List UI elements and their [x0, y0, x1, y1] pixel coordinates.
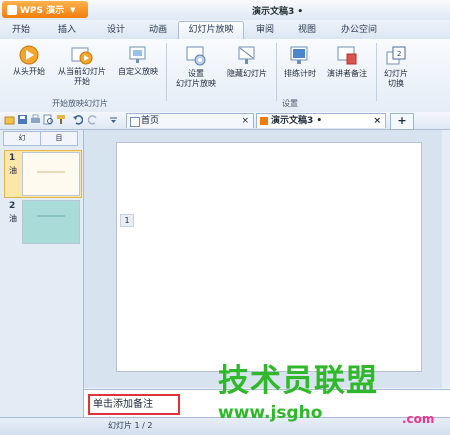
watermark-site-name: 技术员联盟 [218, 363, 378, 399]
doc-tab-home[interactable]: 首页 × [126, 113, 254, 128]
app-menu-button[interactable]: WPS 演示 ▼ [2, 1, 88, 18]
slide-transition-label-1: 幻灯片 [384, 69, 408, 78]
doc-tab-home-label: 首页 [141, 116, 160, 126]
slide-transition-label-2: 切换 [388, 79, 404, 88]
tab-outline[interactable]: 目 [40, 131, 78, 146]
save-icon[interactable] [17, 114, 28, 125]
presentation-doc-icon [260, 117, 268, 125]
hide-slide-button[interactable]: 隐藏幻灯片 [224, 45, 270, 79]
from-current-label-1: 从当前幻灯片 [58, 67, 106, 76]
presenter-notes-label: 演讲者备注 [327, 69, 367, 78]
slide-indicator: 幻灯片 1 / 2 [108, 421, 153, 430]
slide-number-marker: 1 [120, 214, 134, 227]
presenter-notes-icon [337, 46, 357, 65]
play-from-current-icon [71, 47, 93, 65]
setup-show-label-2: 幻灯片放映 [176, 79, 216, 88]
custom-show-icon [129, 46, 146, 63]
new-tab-button[interactable]: + [390, 113, 414, 130]
from-start-button[interactable]: 从头开始 [8, 45, 50, 77]
from-current-button[interactable]: 从当前幻灯片 开始 [54, 45, 110, 87]
slide-prefix: 油 [9, 214, 17, 223]
tab-view[interactable]: 视图 [292, 22, 322, 38]
watermark-url: www.jsgho [218, 403, 323, 423]
tab-insert[interactable]: 插入 [52, 22, 82, 38]
tab-office-space[interactable]: 办公空间 [334, 22, 384, 38]
doc-tab-presentation[interactable]: 演示文稿3 • × [256, 113, 386, 128]
thumb-text-line [37, 171, 65, 173]
thumb-text-line [37, 215, 65, 217]
ribbon-separator [276, 43, 277, 101]
slide-thumbnail[interactable] [22, 200, 80, 244]
setup-show-icon [186, 46, 206, 66]
ribbon-separator [376, 43, 377, 101]
app-logo-label: WPS 演示 [20, 6, 65, 16]
customize-toolbar-icon[interactable] [108, 114, 119, 125]
undo-icon[interactable] [72, 114, 83, 125]
presenter-notes-button[interactable]: 演讲者备注 [322, 45, 372, 79]
open-folder-icon[interactable] [4, 114, 15, 125]
custom-show-button[interactable]: 自定义放映 [114, 45, 162, 77]
svg-text:2: 2 [397, 50, 401, 58]
from-start-label: 从头开始 [13, 67, 45, 76]
wps-logo-icon [7, 4, 17, 15]
plus-icon: + [397, 114, 407, 127]
redo-icon[interactable] [88, 114, 99, 125]
slide-number: 2 [9, 201, 16, 211]
group-label-start-show: 开始放映幻灯片 [52, 99, 108, 108]
home-doc-icon [130, 117, 140, 127]
format-painter-icon[interactable] [56, 114, 67, 125]
vertical-scrollbar[interactable] [442, 130, 450, 388]
from-current-label-2: 开始 [74, 77, 90, 86]
notes-placeholder[interactable]: 单击添加备注 [88, 394, 180, 415]
window-title: 演示文稿3 • [252, 7, 304, 17]
tab-animation[interactable]: 动画 [138, 22, 178, 38]
tab-slides[interactable]: 幻 [3, 131, 41, 146]
ribbon-tab-bar: 开始 插入 设计 动画 幻灯片放映 审阅 视图 办公空间 [0, 20, 450, 40]
slide-transition-icon: 2 [386, 46, 406, 65]
tab-design[interactable]: 设计 [101, 22, 131, 38]
rehearse-timing-button[interactable]: 排练计时 [280, 45, 320, 79]
tab-review[interactable]: 审阅 [250, 22, 280, 38]
setup-show-button[interactable]: 设置 幻灯片放映 [170, 45, 222, 89]
hide-slide-label: 隐藏幻灯片 [227, 69, 267, 78]
tab-slideshow[interactable]: 幻灯片放映 [178, 21, 244, 40]
play-icon [19, 45, 39, 65]
slide-canvas[interactable] [116, 142, 422, 372]
chevron-down-icon: ▼ [70, 5, 76, 14]
print-preview-icon[interactable] [43, 114, 54, 125]
rehearse-timing-label: 排练计时 [284, 69, 316, 78]
watermark-tld: .com [402, 412, 435, 426]
setup-show-label-1: 设置 [188, 69, 204, 78]
slide-thumbnail[interactable] [22, 152, 80, 196]
ribbon-separator [166, 43, 167, 101]
doc-tab-presentation-label: 演示文稿3 • [271, 116, 323, 126]
slide-transition-button[interactable]: 2 幻灯片 切换 [378, 45, 414, 89]
print-icon[interactable] [30, 114, 41, 125]
hide-slide-icon [238, 46, 255, 64]
close-icon[interactable]: × [373, 114, 381, 129]
slide-prefix: 油 [9, 166, 17, 175]
slide-number: 1 [9, 153, 16, 163]
rehearse-timing-icon [290, 46, 308, 64]
custom-show-label: 自定义放映 [118, 67, 158, 76]
group-label-setup: 设置 [282, 99, 298, 108]
tab-home[interactable]: 开始 [6, 22, 36, 38]
close-icon[interactable]: × [241, 114, 249, 129]
